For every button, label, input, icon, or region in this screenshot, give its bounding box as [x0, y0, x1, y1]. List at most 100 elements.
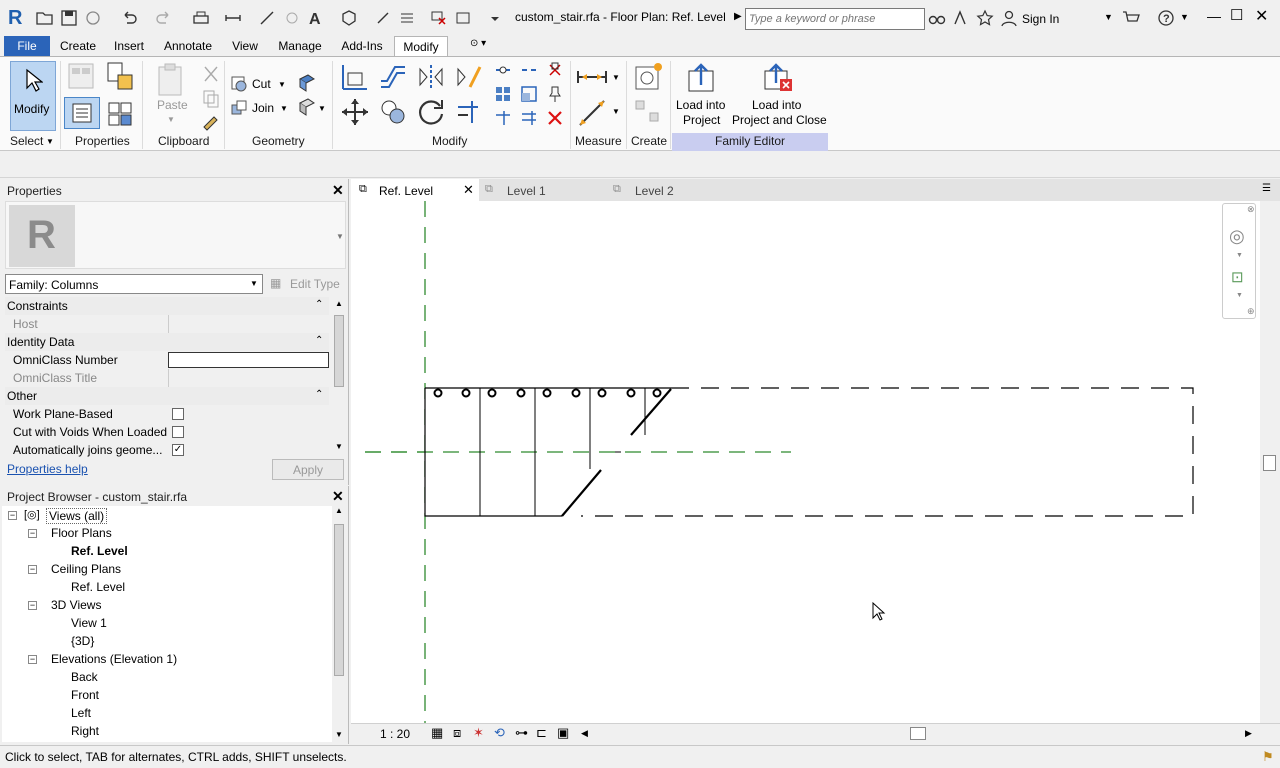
scroll-right-icon[interactable]: ▶	[1245, 728, 1252, 739]
ribbon-display-toggle[interactable]: ⊙ ▾	[470, 38, 498, 54]
subscription-icon[interactable]	[952, 9, 970, 27]
pin-icon[interactable]	[546, 85, 564, 103]
match-type-icon[interactable]	[200, 109, 222, 131]
cut-geometry-icon[interactable]	[230, 75, 248, 93]
crop-view-icon[interactable]: ⊶	[515, 725, 528, 741]
load-into-project-icon[interactable]	[686, 61, 716, 93]
canvas-vertical-scrollbar[interactable]	[1260, 201, 1280, 723]
align-icon[interactable]	[340, 63, 370, 91]
app-menu-button[interactable]: R	[6, 6, 28, 30]
array-icon[interactable]	[494, 85, 512, 103]
tree-node-left[interactable]: Left	[71, 706, 91, 720]
steering-wheel-dropdown-icon[interactable]: ▼	[1236, 252, 1243, 259]
tree-node-back[interactable]: Back	[71, 670, 98, 684]
open-icon[interactable]	[36, 9, 54, 27]
copy-element-icon[interactable]	[378, 97, 408, 127]
undo-icon[interactable]	[120, 9, 138, 27]
prop-omniclass-title[interactable]: OmniClass Title	[5, 369, 329, 387]
sun-path-icon[interactable]: ✶	[473, 725, 484, 741]
tree-node-ceiling-plans[interactable]: Ceiling Plans	[51, 562, 121, 576]
cut-dropdown-icon[interactable]: ▼	[278, 80, 286, 89]
properties-button[interactable]	[64, 97, 100, 129]
tree-node-floor-plans[interactable]: Floor Plans	[51, 526, 112, 540]
visual-style-icon[interactable]: ⧈	[453, 725, 461, 741]
text-icon[interactable]: A	[306, 9, 324, 27]
scale-icon[interactable]	[520, 85, 538, 103]
split-face-dropdown-icon[interactable]: ▼	[318, 104, 326, 113]
scissors-icon[interactable]	[200, 63, 222, 85]
tree-node-3d[interactable]: {3D}	[71, 634, 94, 648]
tab-level-1[interactable]: ⧉ Level 1	[481, 179, 599, 201]
trim-extend-corner-icon[interactable]	[454, 97, 484, 127]
measure-qat-icon[interactable]	[224, 9, 242, 27]
type-properties-icon[interactable]	[66, 61, 96, 91]
tree-node-right[interactable]: Right	[71, 724, 99, 738]
expand-toggle[interactable]: −	[28, 529, 37, 538]
work-plane-based-checkbox[interactable]	[172, 408, 184, 420]
prop-omniclass-number[interactable]: OmniClass Number	[5, 351, 329, 369]
show-crop-region-icon[interactable]: ⊏	[536, 725, 547, 741]
paste-dropdown-icon[interactable]: ▼	[167, 115, 175, 124]
filter-icon[interactable]: ⚑	[1262, 749, 1274, 765]
split-element-icon[interactable]	[494, 61, 512, 79]
join-geometry-icon[interactable]	[230, 99, 248, 117]
load-into-project-and-close-icon[interactable]	[762, 61, 794, 93]
switch-windows-icon[interactable]	[455, 9, 473, 27]
load-into-project-and-close-button[interactable]: Load into Project and Close	[730, 97, 828, 129]
type-selector-dropdown-icon[interactable]: ▼	[336, 232, 344, 241]
properties-close-icon[interactable]: ✕	[332, 182, 344, 199]
modify-tool-button[interactable]: Modify	[10, 61, 56, 131]
floor-plan-drawing[interactable]	[351, 201, 1260, 723]
trim-single-icon[interactable]	[494, 109, 512, 127]
measure-between-icon[interactable]	[576, 67, 608, 87]
drawing-canvas[interactable]: ⊗ ◎ ▼ ⊡ ▼ ⊕	[351, 201, 1260, 723]
mirror-pick-axis-icon[interactable]	[416, 63, 446, 91]
binoculars-icon[interactable]	[928, 9, 946, 27]
properties-scrollbar[interactable]: ▲ ▼	[332, 299, 346, 455]
steering-wheel-icon[interactable]: ◎	[1229, 226, 1245, 247]
shadows-icon[interactable]: ⟲	[494, 725, 505, 741]
tree-node-3d-views[interactable]: 3D Views	[51, 598, 101, 612]
sign-in-button[interactable]: Sign In	[1022, 12, 1059, 26]
cut-label[interactable]: Cut	[252, 77, 271, 91]
save-icon[interactable]	[60, 9, 78, 27]
expand-toggle[interactable]: −	[28, 601, 37, 610]
tree-node-elevations[interactable]: Elevations (Elevation 1)	[51, 652, 177, 666]
group-other[interactable]: Other ⌃	[5, 387, 329, 405]
scroll-thumb[interactable]	[334, 524, 344, 676]
sign-in-dropdown-icon[interactable]: ▼	[1104, 12, 1113, 22]
omniclass-number-field[interactable]	[168, 352, 329, 368]
close-hidden-windows-icon[interactable]	[430, 9, 448, 27]
tree-node-ref-level-floor[interactable]: Ref. Level	[71, 544, 128, 558]
tab-ref-level[interactable]: ⧉ Ref. Level ✕	[351, 179, 479, 201]
print-icon[interactable]	[192, 9, 210, 27]
copy-icon[interactable]	[200, 87, 222, 109]
expand-toggle[interactable]: −	[28, 565, 37, 574]
aligned-dimension-icon[interactable]	[258, 9, 276, 27]
tabs-menu-icon[interactable]: ☰	[1262, 183, 1271, 194]
tree-node-view-1[interactable]: View 1	[71, 616, 107, 630]
create-group-icon[interactable]	[632, 97, 664, 127]
paste-label[interactable]: Paste	[157, 98, 188, 112]
trim-multiple-icon[interactable]	[520, 109, 538, 127]
tag-icon[interactable]	[283, 9, 301, 27]
tree-node-front[interactable]: Front	[71, 688, 99, 702]
dimension-dropdown-icon[interactable]: ▼	[612, 107, 620, 116]
star-icon[interactable]	[976, 9, 994, 27]
qat-dropdown-icon[interactable]	[486, 9, 504, 27]
family-filter-select[interactable]: Family: Columns ▼	[5, 274, 263, 294]
help-dropdown-icon[interactable]: ▼	[1180, 12, 1189, 22]
select-dropdown-icon[interactable]: ▼	[46, 137, 54, 146]
tab-manage[interactable]: Manage	[272, 36, 328, 56]
prop-auto-joins[interactable]: Automatically joins geome... ✓	[5, 441, 329, 459]
aligned-dimension-tool-icon[interactable]	[576, 97, 608, 129]
load-into-project-button[interactable]: Load into Project	[672, 97, 732, 129]
group-constraints[interactable]: Constraints ⌃	[5, 297, 329, 315]
view-scale[interactable]: 1 : 20	[380, 727, 410, 741]
horizontal-scroll-thumb[interactable]	[910, 727, 926, 740]
browser-close-icon[interactable]: ✕	[332, 488, 344, 505]
join-dropdown-icon[interactable]: ▼	[280, 104, 288, 113]
edit-type-button[interactable]: ▦ Edit Type	[268, 274, 346, 294]
expand-toggle[interactable]: −	[8, 511, 17, 520]
join-label[interactable]: Join	[252, 101, 274, 115]
